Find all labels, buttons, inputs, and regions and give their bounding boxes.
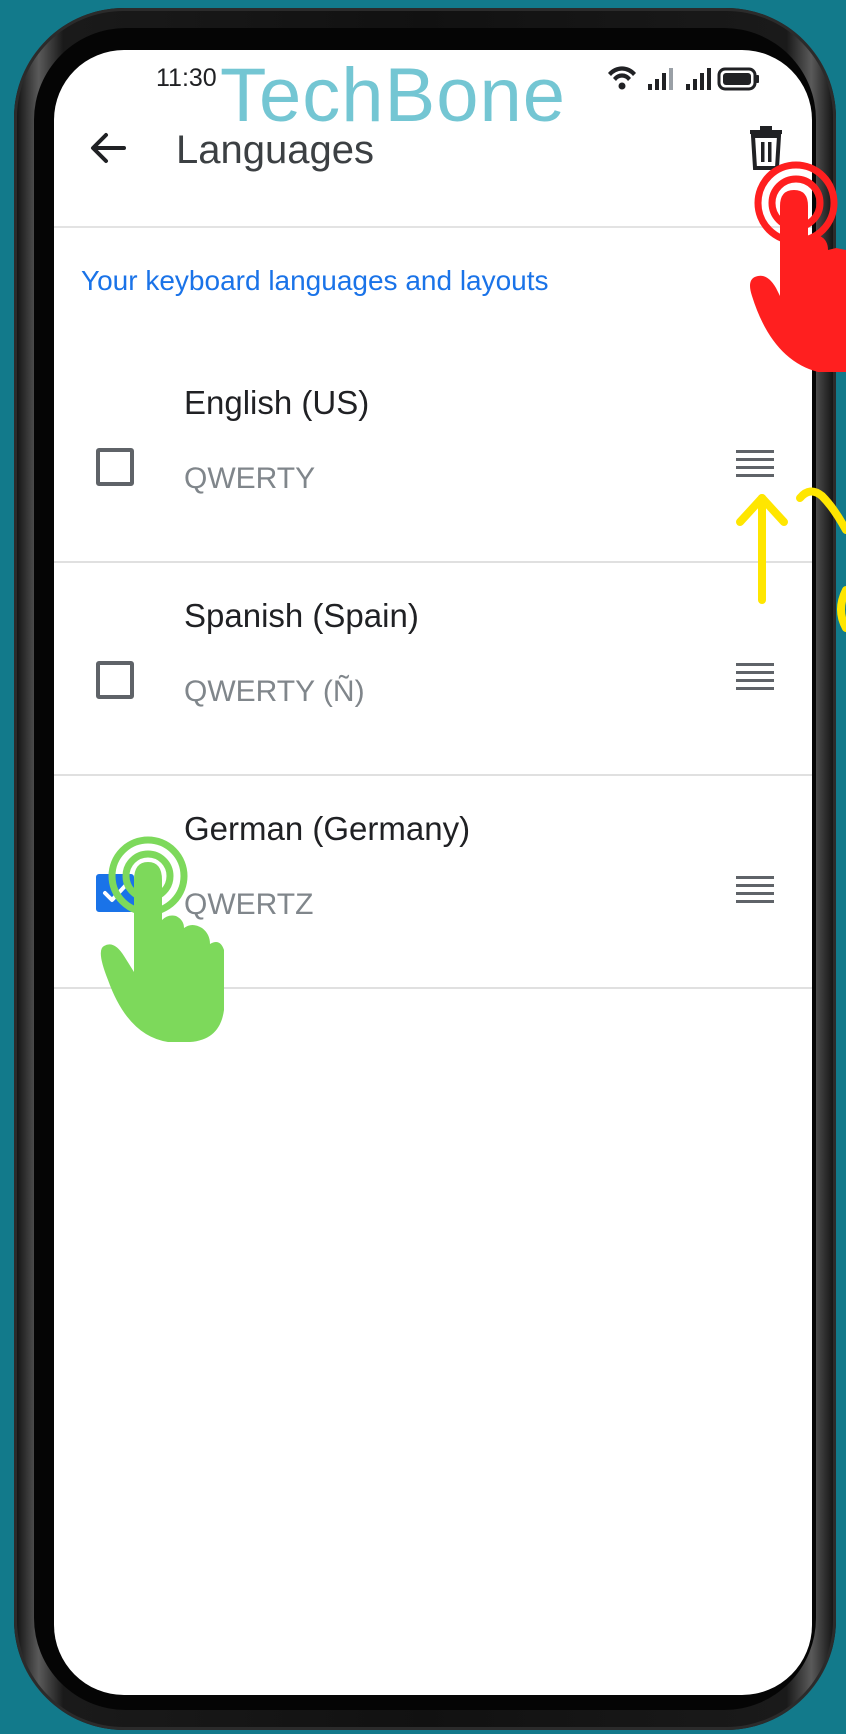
drag-handle-icon[interactable] — [734, 659, 776, 695]
page-title: Languages — [176, 128, 374, 172]
language-checkbox[interactable] — [96, 661, 134, 699]
trash-icon — [750, 126, 782, 170]
language-layout: QWERTZ — [184, 888, 314, 921]
language-checkbox[interactable] — [96, 448, 134, 486]
language-row-german[interactable]: German (Germany) QWERTZ — [54, 776, 812, 989]
arrow-left-icon — [91, 133, 126, 163]
section-heading: Your keyboard languages and layouts — [81, 265, 549, 296]
language-row-spanish[interactable]: Spanish (Spain) QWERTY (Ñ) — [54, 563, 812, 776]
language-name: Spanish (Spain) — [184, 597, 419, 634]
phone-screen: 11:30 TechBone Languages Your keyboard l… — [54, 50, 812, 1695]
back-button[interactable] — [80, 120, 136, 176]
check-icon — [103, 883, 128, 902]
language-name: German (Germany) — [184, 810, 471, 847]
language-checkbox-checked[interactable] — [96, 874, 134, 912]
language-name: English (US) — [184, 384, 370, 421]
row-divider — [54, 987, 812, 989]
app-bar: Languages — [54, 50, 812, 210]
drag-handle-icon[interactable] — [734, 446, 776, 482]
language-layout: QWERTY — [184, 462, 316, 495]
language-layout: QWERTY (Ñ) — [184, 675, 365, 708]
delete-button[interactable] — [738, 120, 794, 176]
app-bar-divider — [54, 226, 812, 228]
drag-handle-icon[interactable] — [734, 872, 776, 908]
language-row-english[interactable]: English (US) QWERTY — [54, 350, 812, 563]
